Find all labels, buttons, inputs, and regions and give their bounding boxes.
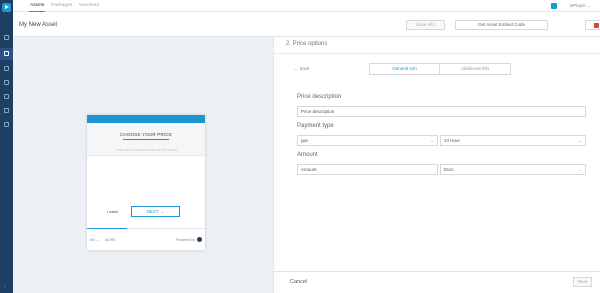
price-options-panel: 2. Price options ← back General info Add… — [273, 37, 600, 293]
amount-label: Amount — [297, 152, 318, 158]
tab-general-info[interactable]: General info — [369, 63, 439, 75]
embed-code-button[interactable]: Get Asset Embed Code — [455, 20, 548, 30]
inplayer-logo-icon — [197, 237, 202, 242]
tab-vouchers[interactable]: Vouchers — [79, 3, 99, 8]
currency-value: Euro — [444, 167, 454, 172]
amount-input[interactable]: Amount — [297, 164, 438, 175]
payment-type-value: ppv — [301, 138, 309, 143]
app-logo-icon[interactable] — [2, 3, 11, 12]
paywall-preview-card: CHOOSE YOUR PRICE There are no access fe… — [87, 115, 205, 250]
top-tabs: Assets Packages Vouchers InPlayer ⌄ — [13, 0, 600, 12]
card-body: CHOOSE YOUR PRICE There are no access fe… — [87, 123, 205, 156]
currency-select[interactable]: Euro ⌄ — [440, 164, 586, 175]
page-title: My New Asset — [19, 22, 58, 28]
payments-icon[interactable] — [4, 108, 9, 113]
dashboard-icon[interactable] — [4, 35, 9, 40]
more-link[interactable]: MORE — [105, 238, 116, 242]
analytics-icon[interactable] — [4, 66, 9, 71]
panel-divider — [274, 53, 600, 54]
assets-icon[interactable] — [4, 51, 9, 56]
delete-button[interactable] — [585, 20, 600, 30]
chevron-down-icon[interactable]: ⌄ — [588, 3, 591, 8]
audience-icon[interactable] — [4, 80, 9, 85]
price-hint: There are no access fees for this asset — [115, 148, 177, 152]
chevron-down-icon: ⌄ — [430, 138, 434, 143]
next-button[interactable]: Next — [573, 277, 592, 287]
duration-value: 24 Hour — [444, 138, 461, 143]
chevron-down-icon: ⌄ — [578, 138, 582, 143]
card-header-band — [87, 115, 205, 123]
chevron-down-icon: ⌄ — [578, 167, 582, 172]
payment-type-select[interactable]: ppv ⌄ — [297, 135, 438, 146]
duration-select[interactable]: 24 Hour ⌄ — [440, 135, 586, 146]
preview-next-button[interactable]: NEXT → — [131, 206, 180, 217]
choose-price-label: CHOOSE YOUR PRICE — [119, 132, 173, 137]
back-link[interactable]: ← back — [294, 66, 309, 71]
user-avatar[interactable] — [551, 3, 557, 9]
price-description-input[interactable]: Price description — [297, 106, 586, 117]
payment-type-label: Payment type — [297, 123, 334, 129]
tab-additional-info[interactable]: Additional info — [439, 63, 511, 75]
panel-footer: Cancel Next — [274, 271, 600, 293]
price-value: / each — [107, 209, 118, 214]
price-description-label: Price description — [297, 94, 342, 100]
user-name[interactable]: InPlayer — [569, 3, 586, 8]
choose-price-underline — [123, 139, 169, 140]
collapse-icon[interactable]: ‹ — [4, 285, 6, 290]
nav-rail: ‹ — [0, 0, 13, 293]
cancel-button[interactable]: Cancel — [290, 279, 307, 285]
language-select[interactable]: EN ⌄ — [90, 238, 99, 242]
card-divider-accent — [87, 228, 127, 229]
tab-packages[interactable]: Packages — [51, 3, 72, 8]
asset-header: My New Asset Save info Get Asset Embed C… — [13, 13, 600, 37]
trash-icon — [593, 22, 599, 28]
settings-icon[interactable] — [4, 122, 9, 127]
tab-assets[interactable]: Assets — [28, 3, 46, 12]
panel-title: 2. Price options — [286, 41, 328, 47]
preview-canvas: CHOOSE YOUR PRICE There are no access fe… — [13, 37, 273, 293]
save-info-button[interactable]: Save info — [406, 20, 445, 30]
reports-icon[interactable] — [4, 94, 9, 99]
powered-by-label: Powered by — [176, 238, 195, 242]
